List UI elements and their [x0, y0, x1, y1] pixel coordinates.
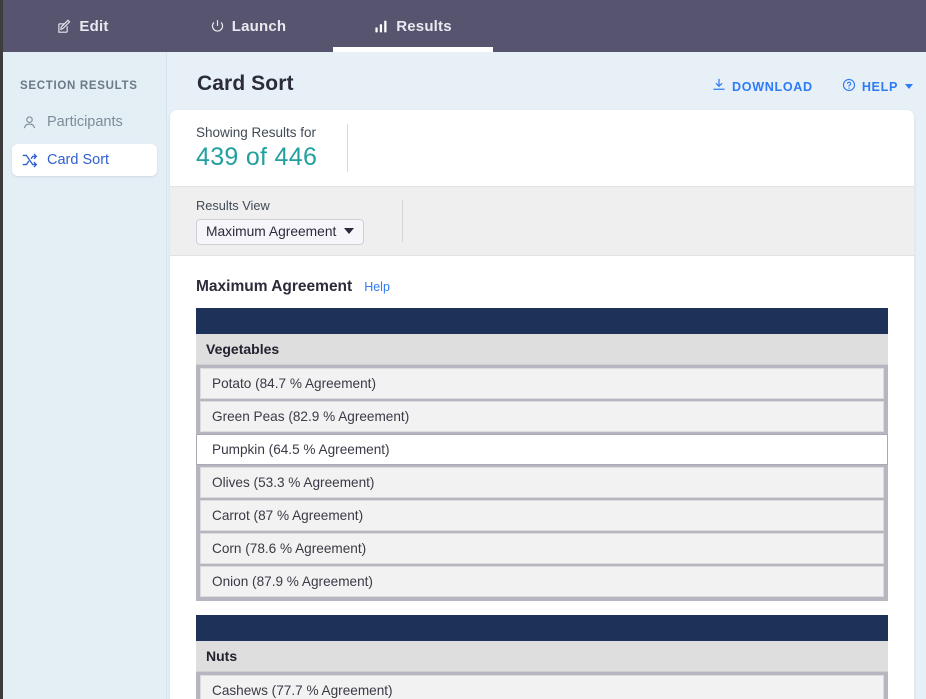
card-row[interactable]: Corn (78.6 % Agreement): [200, 533, 884, 564]
results-view-selected-value: Maximum Agreement: [206, 223, 337, 239]
main-content: Card Sort DOWNLOAD HELP Showing Results …: [167, 52, 926, 699]
tab-edit-label: Edit: [79, 17, 109, 35]
card-row[interactable]: Carrot (87 % Agreement): [200, 500, 884, 531]
sidebar-item-participants-label: Participants: [47, 114, 123, 130]
results-title: Maximum Agreement: [196, 278, 353, 295]
download-icon: [712, 78, 726, 95]
tab-results[interactable]: Results: [333, 0, 493, 52]
sidebar-title: SECTION RESULTS: [20, 80, 138, 92]
group-list: Vegetables Potato (84.7 % Agreement) Green…: [196, 308, 888, 699]
results-header: Maximum Agreement Help: [196, 278, 888, 296]
results-view-label: Results View: [196, 197, 270, 213]
tab-edit[interactable]: Edit: [3, 0, 163, 52]
summary-value: 439 of 446: [196, 142, 318, 171]
download-label: DOWNLOAD: [732, 79, 813, 94]
help-circle-icon: [842, 78, 856, 95]
summary-label: Showing Results for: [196, 124, 317, 140]
top-navigation-bar: Edit Launch Results: [3, 0, 926, 52]
chevron-down-icon: [905, 84, 913, 89]
results-view-divider: [402, 200, 404, 242]
help-label: HELP: [861, 79, 898, 94]
card-row[interactable]: Green Peas (82.9 % Agreement): [200, 401, 884, 432]
chevron-down-icon: [344, 228, 355, 234]
summary-left: Showing Results for 439 of 446: [196, 125, 347, 172]
card-row[interactable]: Potato (84.7 % Agreement): [200, 368, 884, 399]
app-root: Edit Launch Results SECTION RESULTS Part…: [0, 0, 926, 699]
tab-results-label: Results: [396, 17, 452, 35]
group-items: Cashews (77.7 % Agreement): [196, 672, 888, 699]
group-color-bar: [196, 615, 888, 641]
card-group: Nuts Cashews (77.7 % Agreement): [196, 615, 888, 699]
results-view-left: Results View Maximum Agreement: [196, 198, 402, 245]
page-actions: DOWNLOAD HELP: [712, 78, 913, 95]
power-icon: [210, 19, 225, 34]
group-name: Vegetables: [196, 334, 888, 365]
sidebar-item-card-sort-label: Card Sort: [47, 152, 110, 168]
card-row[interactable]: Olives (53.3 % Agreement): [200, 467, 884, 498]
group-items: Potato (84.7 % Agreement) Green Peas (82.…: [196, 365, 888, 601]
results-view-bar: Results View Maximum Agreement: [170, 186, 914, 256]
sidebar-item-card-sort[interactable]: Card Sort: [12, 144, 157, 176]
tab-launch[interactable]: Launch: [173, 0, 323, 52]
person-icon: [21, 115, 38, 130]
edit-pencil-icon: [57, 19, 72, 34]
sidebar-item-participants[interactable]: Participants: [12, 106, 157, 138]
results-section: Maximum Agreement Help Vegetables Potato …: [170, 256, 914, 699]
card-row[interactable]: Cashews (77.7 % Agreement): [200, 675, 884, 699]
summary-section: Showing Results for 439 of 446: [170, 110, 914, 186]
bar-chart-icon: [374, 19, 389, 34]
results-card: Showing Results for 439 of 446 Results V…: [170, 110, 914, 699]
group-name: Nuts: [196, 641, 888, 672]
help-button[interactable]: HELP: [842, 78, 913, 95]
card-row[interactable]: Pumpkin (64.5 % Agreement): [196, 434, 888, 465]
summary-divider: [347, 124, 349, 172]
group-color-bar: [196, 308, 888, 334]
download-button[interactable]: DOWNLOAD: [712, 78, 813, 95]
card-row[interactable]: Onion (87.9 % Agreement): [200, 566, 884, 597]
sidebar: SECTION RESULTS Participants Card Sort: [3, 52, 167, 699]
results-view-select[interactable]: Maximum Agreement: [196, 218, 365, 245]
tab-launch-label: Launch: [231, 17, 287, 35]
page-body: SECTION RESULTS Participants Card Sort C…: [3, 52, 926, 699]
results-help-link[interactable]: Help: [364, 280, 390, 294]
shuffle-icon: [21, 152, 38, 168]
card-group: Vegetables Potato (84.7 % Agreement) Green…: [196, 308, 888, 601]
